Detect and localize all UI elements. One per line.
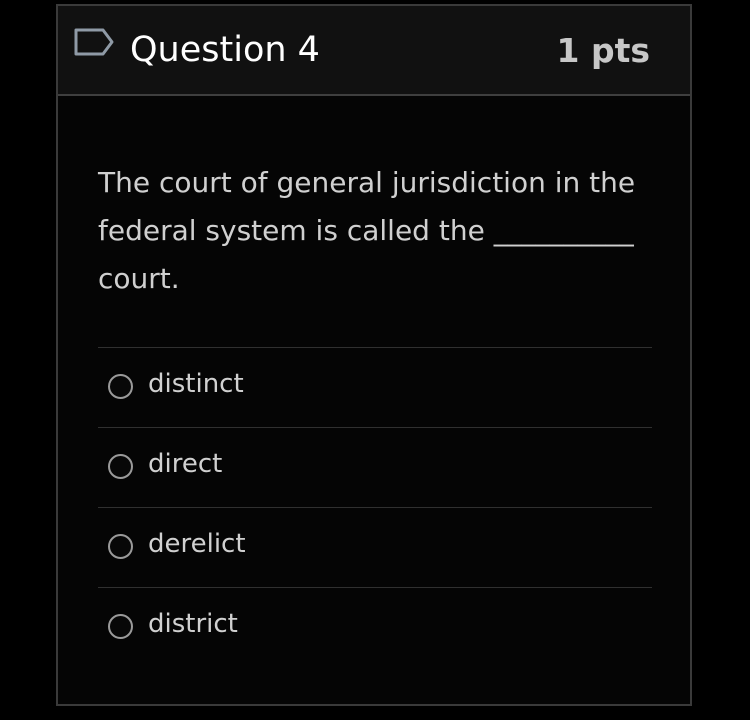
answer-option-distinct[interactable]: distinct <box>98 347 652 427</box>
answer-label: direct <box>148 449 223 479</box>
radio-button[interactable] <box>108 374 133 399</box>
answer-option-direct[interactable]: direct <box>98 427 652 507</box>
flag-icon[interactable] <box>73 23 115 65</box>
question-title: Question 4 <box>130 30 320 70</box>
answer-label: derelict <box>148 529 246 559</box>
answer-option-derelict[interactable]: derelict <box>98 507 652 587</box>
question-card: Question 4 1 pts The court of general ju… <box>56 4 692 706</box>
question-header: Question 4 1 pts <box>58 6 690 96</box>
radio-button[interactable] <box>108 534 133 559</box>
answer-option-district[interactable]: district <box>98 587 652 667</box>
answer-label: district <box>148 609 238 639</box>
question-text: The court of general jurisdiction in the… <box>98 166 636 295</box>
question-points: 1 pts <box>556 31 651 70</box>
radio-button[interactable] <box>108 454 133 479</box>
answer-label: distinct <box>148 369 244 399</box>
radio-button[interactable] <box>108 614 133 639</box>
answer-list: distinct direct derelict district <box>98 347 652 667</box>
